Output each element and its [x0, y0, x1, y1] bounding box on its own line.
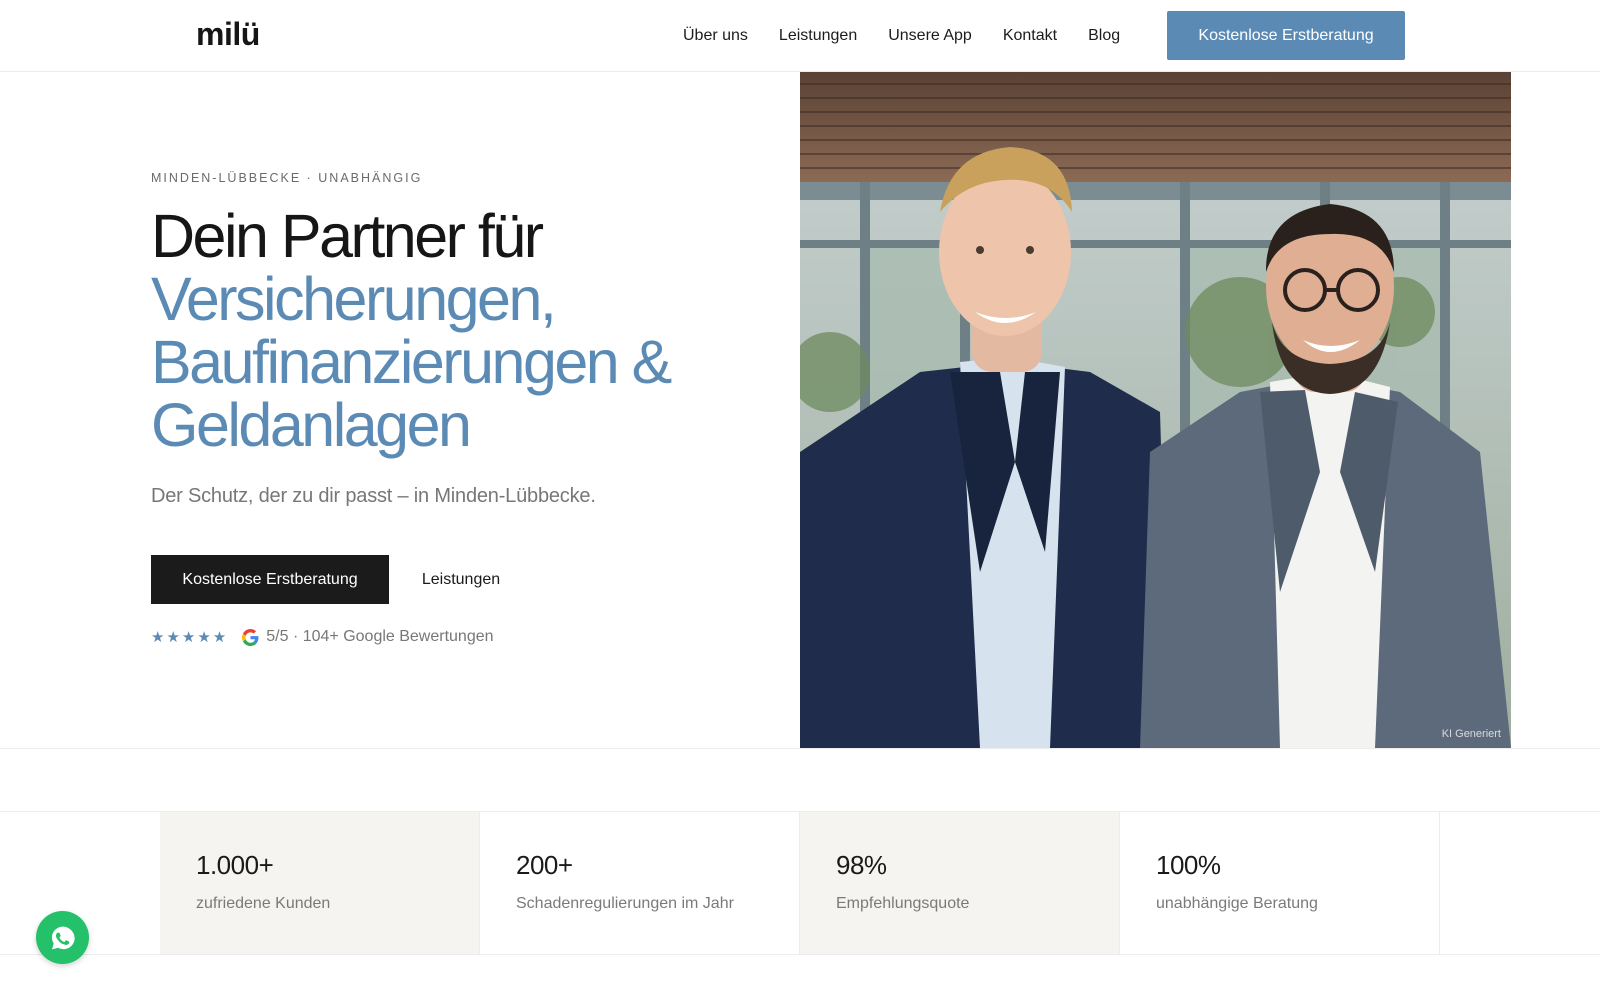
header-cta-button[interactable]: Kostenlose Erstberatung — [1167, 11, 1405, 60]
whatsapp-icon — [51, 926, 75, 949]
google-rating[interactable]: ★★★★★ 5/5 · 104+ Google Bewertungen — [151, 628, 494, 646]
hero-leistungen-button[interactable]: Leistungen — [406, 555, 516, 604]
hero-photo-illustration — [800, 72, 1511, 748]
stat-label: Schadenregulierungen im Jahr — [516, 895, 734, 912]
nav-item-ueber-uns[interactable]: Über uns — [683, 27, 748, 45]
whatsapp-button[interactable] — [36, 911, 89, 964]
stat-label: Empfehlungsquote — [836, 895, 970, 912]
headline-accent-line: Baufinanzierungen & — [151, 328, 672, 396]
stat-card: 200+ Schadenregulierungen im Jahr — [480, 812, 800, 954]
rating-text: 5/5 · 104+ Google Bewertungen — [266, 628, 494, 645]
hero-section: MINDEN-LÜBBECKE · UNABHÄNGIG Dein Partne… — [151, 72, 791, 748]
stat-value: 200+ — [516, 850, 573, 880]
headline-accent-line: Versicherungen, — [151, 265, 557, 333]
headline-line: Dein Partner für — [151, 202, 544, 270]
hero-eyebrow: MINDEN-LÜBBECKE · UNABHÄNGIG — [151, 171, 423, 185]
stat-value: 1.000+ — [196, 850, 274, 880]
section-divider — [0, 954, 1600, 955]
stat-label: zufriedene Kunden — [196, 895, 331, 912]
hero-cta-button[interactable]: Kostenlose Erstberatung — [151, 555, 389, 604]
site-logo[interactable]: milü — [196, 16, 260, 53]
stat-label: unabhängige Beratung — [1156, 895, 1318, 912]
stat-value: 100% — [1156, 850, 1221, 880]
hero-headline: Dein Partner für Versicherungen, Baufina… — [151, 205, 771, 457]
google-icon — [242, 628, 259, 646]
stat-card: 100% unabhängige Beratung — [1120, 812, 1440, 954]
stat-value: 98% — [836, 850, 887, 880]
section-divider — [0, 748, 1600, 749]
stat-card: 98% Empfehlungsquote — [800, 812, 1120, 954]
star-icon: ★★★★★ — [151, 629, 229, 646]
hero-photo: KI Generiert — [800, 72, 1511, 748]
nav-item-blog[interactable]: Blog — [1088, 27, 1120, 45]
hero-subline: Der Schutz, der zu dir passt – in Minden… — [151, 485, 596, 507]
main-nav: Über uns Leistungen Unsere App Kontakt B… — [683, 0, 1151, 72]
site-header: milü Über uns Leistungen Unsere App Kont… — [0, 0, 1600, 72]
stat-card: 1.000+ zufriedene Kunden — [160, 812, 480, 954]
ai-generated-label: KI Generiert — [1441, 728, 1501, 740]
headline-accent-line: Geldanlagen — [151, 391, 472, 459]
nav-item-leistungen[interactable]: Leistungen — [779, 27, 857, 45]
nav-item-kontakt[interactable]: Kontakt — [1003, 27, 1057, 45]
stats-bar: 1.000+ zufriedene Kunden 200+ Schadenreg… — [160, 812, 1440, 954]
nav-item-unsere-app[interactable]: Unsere App — [888, 27, 972, 45]
